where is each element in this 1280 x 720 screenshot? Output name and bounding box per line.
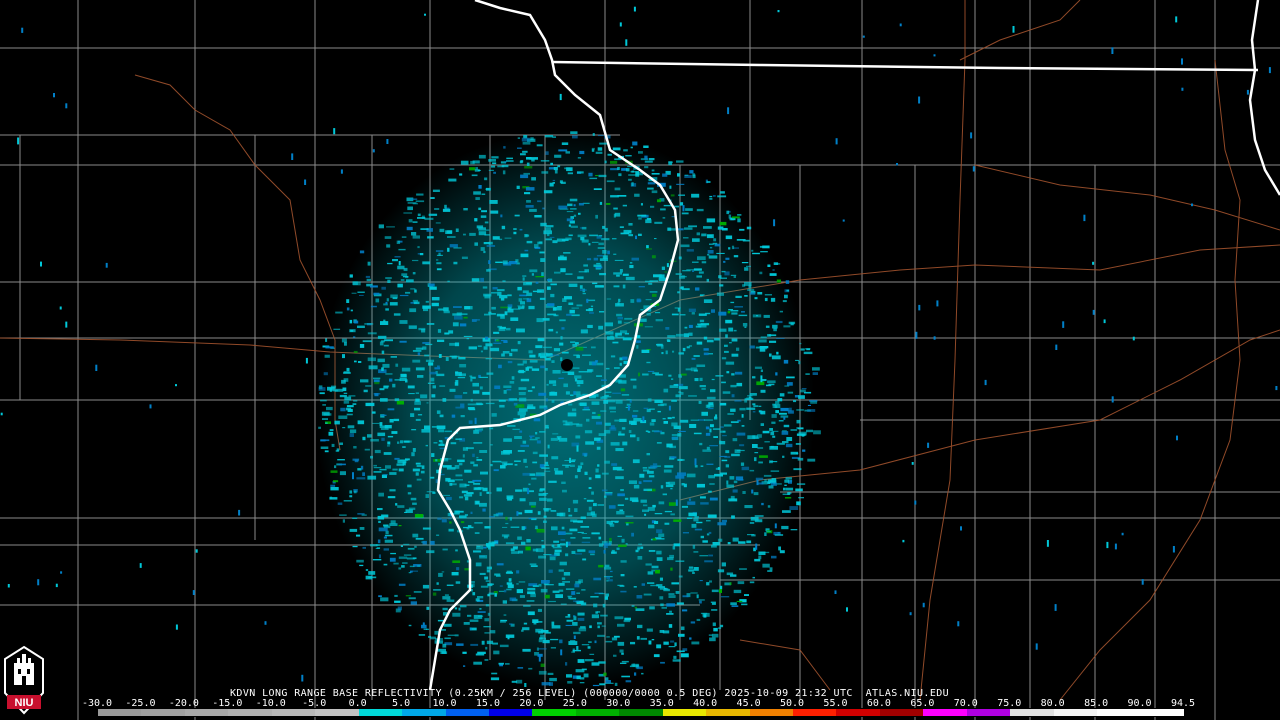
radar-map (0, 0, 1280, 720)
niu-logo-text: NIU (15, 697, 34, 709)
reflectivity-colorbar (97, 708, 1185, 717)
colorbar-segment (749, 709, 793, 716)
colorbar-segment (445, 709, 489, 716)
colorbar-segment (358, 709, 403, 716)
colorbar-segment (184, 709, 229, 716)
colorbar-segment (619, 709, 663, 716)
colorbar-segment (836, 709, 880, 716)
niu-logo: NIU (4, 645, 44, 715)
colorbar-segment (141, 709, 185, 716)
colorbar-segment (1010, 709, 1054, 716)
colorbar-segment (966, 709, 1011, 716)
colorbar-segment (879, 709, 924, 716)
colorbar-segment (1097, 709, 1141, 716)
colorbar-segment (1140, 709, 1184, 716)
colorbar-segment (228, 709, 272, 716)
colorbar-segment (488, 709, 533, 716)
colorbar-segment (923, 709, 967, 716)
colorbar-segment (402, 709, 446, 716)
colorbar-segment (271, 709, 316, 716)
colorbar-segment (532, 709, 576, 716)
colorbar-segment (1053, 709, 1098, 716)
colorbar-segment (793, 709, 837, 716)
colorbar-segment (706, 709, 750, 716)
colorbar-segment (575, 709, 620, 716)
radar-site-marker (561, 359, 573, 371)
colorbar-segment (98, 709, 142, 716)
radar-echo-layer (0, 6, 1278, 690)
colorbar-segment (662, 709, 707, 716)
colorbar-segment (315, 709, 359, 716)
radar-map-view: KDVN LONG RANGE BASE REFLECTIVITY (0.25K… (0, 0, 1280, 720)
